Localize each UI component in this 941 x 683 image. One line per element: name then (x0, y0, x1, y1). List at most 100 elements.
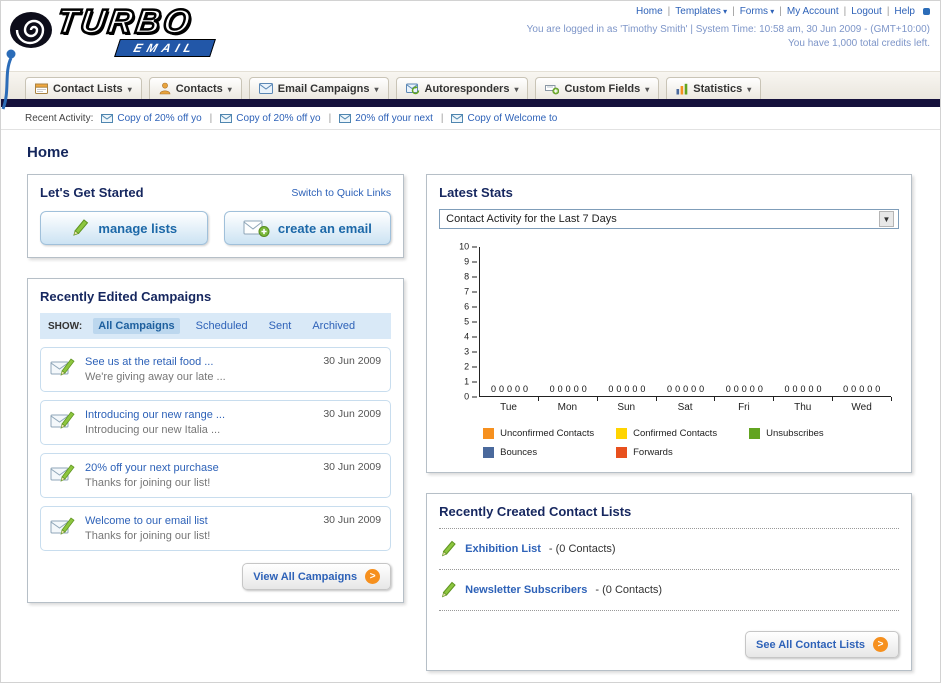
caret-down-icon (128, 83, 132, 95)
autoresponders-icon (405, 83, 419, 94)
tab-label: Contacts (175, 82, 223, 95)
filter-scheduled[interactable]: Scheduled (191, 318, 253, 334)
legend-item: Bounces (483, 447, 616, 458)
campaign-list-item[interactable]: 20% off your next purchase Thanks for jo… (40, 453, 392, 498)
manage-lists-button[interactable]: manage lists (40, 211, 208, 245)
legend-swatch (749, 428, 761, 439)
arrow-right-icon: > (873, 637, 888, 652)
view-all-campaigns-button[interactable]: View All Campaigns > (242, 563, 392, 590)
top-link-home[interactable]: Home (636, 6, 663, 17)
top-link-templates[interactable]: Templates (675, 6, 727, 17)
recent-activity-label: Recent Activity: (25, 112, 94, 124)
campaign-subtitle: Thanks for joining our list! (85, 477, 211, 489)
dotted-divider (439, 569, 899, 570)
logo-text: TURBO EMAIL (53, 2, 217, 57)
campaign-title-link[interactable]: Welcome to our email list (85, 515, 210, 527)
tab-label: Email Campaigns (277, 82, 370, 95)
caret-down-icon (374, 83, 378, 95)
help-indicator-icon[interactable] (923, 8, 930, 15)
contacts-icon (159, 82, 171, 95)
chart-value-labels: 00000 (490, 384, 529, 394)
filter-all-campaigns[interactable]: All Campaigns (93, 318, 180, 334)
page: TURBO EMAIL Home | Templates | Forms | My A… (0, 0, 941, 683)
logo-word-turbo: TURBO (53, 2, 197, 43)
caret-down-icon: ▼ (879, 211, 894, 227)
chart-value-labels: 00000 (843, 384, 881, 394)
top-link-logout[interactable]: Logout (851, 6, 882, 17)
link-separator: | (843, 6, 847, 17)
page-title: Home (27, 144, 69, 161)
campaign-title-link[interactable]: See us at the retail food ... (85, 356, 226, 368)
link-separator: | (886, 6, 890, 17)
nav-accent-bar (1, 99, 940, 107)
chart-category-group: 00000 (832, 247, 892, 401)
envelope-pencil-icon (50, 411, 75, 429)
activity-item-label: Copy of 20% off yo (236, 112, 321, 124)
right-column: Latest Stats Contact Activity for the La… (426, 174, 912, 682)
custom-fields-icon (545, 85, 560, 95)
filter-archived[interactable]: Archived (307, 318, 360, 334)
chart-value-labels: 00000 (784, 384, 822, 394)
x-axis-label: Mon (557, 402, 578, 413)
top-link-forms[interactable]: Forms (740, 6, 775, 17)
tab-contact-lists[interactable]: Contact Lists (25, 77, 142, 99)
tab-autoresponders[interactable]: Autoresponders (395, 77, 529, 99)
envelope-icon (339, 113, 352, 123)
x-axis-label: Fri (738, 402, 750, 413)
logo-antenna-decoration (1, 49, 16, 110)
recent-activity-item[interactable]: Copy of 20% off yo (101, 113, 202, 124)
see-all-contact-lists-label: See All Contact Lists (755, 638, 865, 651)
y-axis-tick: 4 (464, 332, 478, 342)
contact-lists-icon (35, 83, 48, 94)
campaign-title-link[interactable]: 20% off your next purchase (85, 462, 219, 474)
latest-stats-title: Latest Stats (439, 185, 513, 200)
tab-label: Statistics (693, 82, 743, 95)
chart-value-labels: 00000 (667, 384, 705, 394)
legend-item: Unsubscribes (749, 428, 882, 439)
contact-list-item[interactable]: Newsletter Subscribers - (0 Contacts) (439, 579, 899, 601)
top-link-help[interactable]: Help (894, 6, 915, 17)
recent-activity-item[interactable]: Copy of 20% off yo (220, 112, 321, 124)
contact-list-link[interactable]: Newsletter Subscribers (465, 584, 587, 596)
activity-separator: | (209, 112, 213, 124)
contact-list-link[interactable]: Exhibition List (465, 543, 541, 555)
credits-info: You have 1,000 total credits left. (788, 38, 930, 49)
activity-separator: | (328, 112, 332, 124)
tab-email-campaigns[interactable]: Email Campaigns (248, 77, 389, 99)
chart-value-labels: 00000 (725, 384, 763, 394)
y-axis-tick: 8 (464, 272, 478, 282)
legend-item: Unconfirmed Contacts (483, 428, 616, 439)
envelope-plus-icon (243, 220, 270, 237)
x-axis-label: Sat (677, 402, 693, 413)
top-link-my-account[interactable]: My Account (787, 6, 839, 17)
tab-custom-fields[interactable]: Custom Fields (535, 77, 660, 99)
create-email-button[interactable]: create an email (223, 211, 392, 245)
chart-category-group: 00000 (539, 247, 598, 401)
campaign-list-item[interactable]: Introducing our new range ... Introducin… (40, 400, 392, 445)
recent-activity-item[interactable]: 20% off your next (339, 113, 433, 124)
campaign-list-item[interactable]: See us at the retail food ... We're givi… (40, 347, 392, 392)
activity-item-label: Copy of Welcome to (467, 112, 558, 124)
legend-item: Confirmed Contacts (616, 428, 749, 439)
y-axis-tick: 3 (464, 347, 478, 357)
tab-contacts[interactable]: Contacts (148, 77, 242, 99)
tab-statistics[interactable]: Statistics (666, 77, 762, 99)
chart-category-group: 00000 (656, 247, 716, 401)
envelope-pencil-icon (50, 517, 75, 535)
dotted-divider (439, 528, 899, 529)
contact-list-count: - (0 Contacts) (595, 584, 663, 596)
campaign-list-item[interactable]: Welcome to our email list Thanks for joi… (40, 506, 392, 551)
stats-period-select[interactable]: Contact Activity for the Last 7 Days ▼ (439, 209, 899, 229)
campaign-title-link[interactable]: Introducing our new range ... (85, 409, 225, 421)
filter-sent[interactable]: Sent (264, 318, 297, 334)
switch-quick-links-link[interactable]: Switch to Quick Links (291, 187, 391, 199)
see-all-contact-lists-button[interactable]: See All Contact Lists > (744, 631, 899, 658)
contact-list-item[interactable]: Exhibition List - (0 Contacts) (439, 538, 899, 560)
campaign-date: 30 Jun 2009 (323, 514, 382, 526)
legend-swatch (616, 447, 628, 458)
manage-lists-label: manage lists (98, 220, 178, 236)
envelope-pencil-icon (50, 464, 75, 482)
get-started-panel: Let's Get Started Switch to Quick Links … (27, 174, 405, 258)
get-started-title: Let's Get Started (40, 185, 144, 200)
recent-activity-item[interactable]: Copy of Welcome to (451, 113, 557, 124)
